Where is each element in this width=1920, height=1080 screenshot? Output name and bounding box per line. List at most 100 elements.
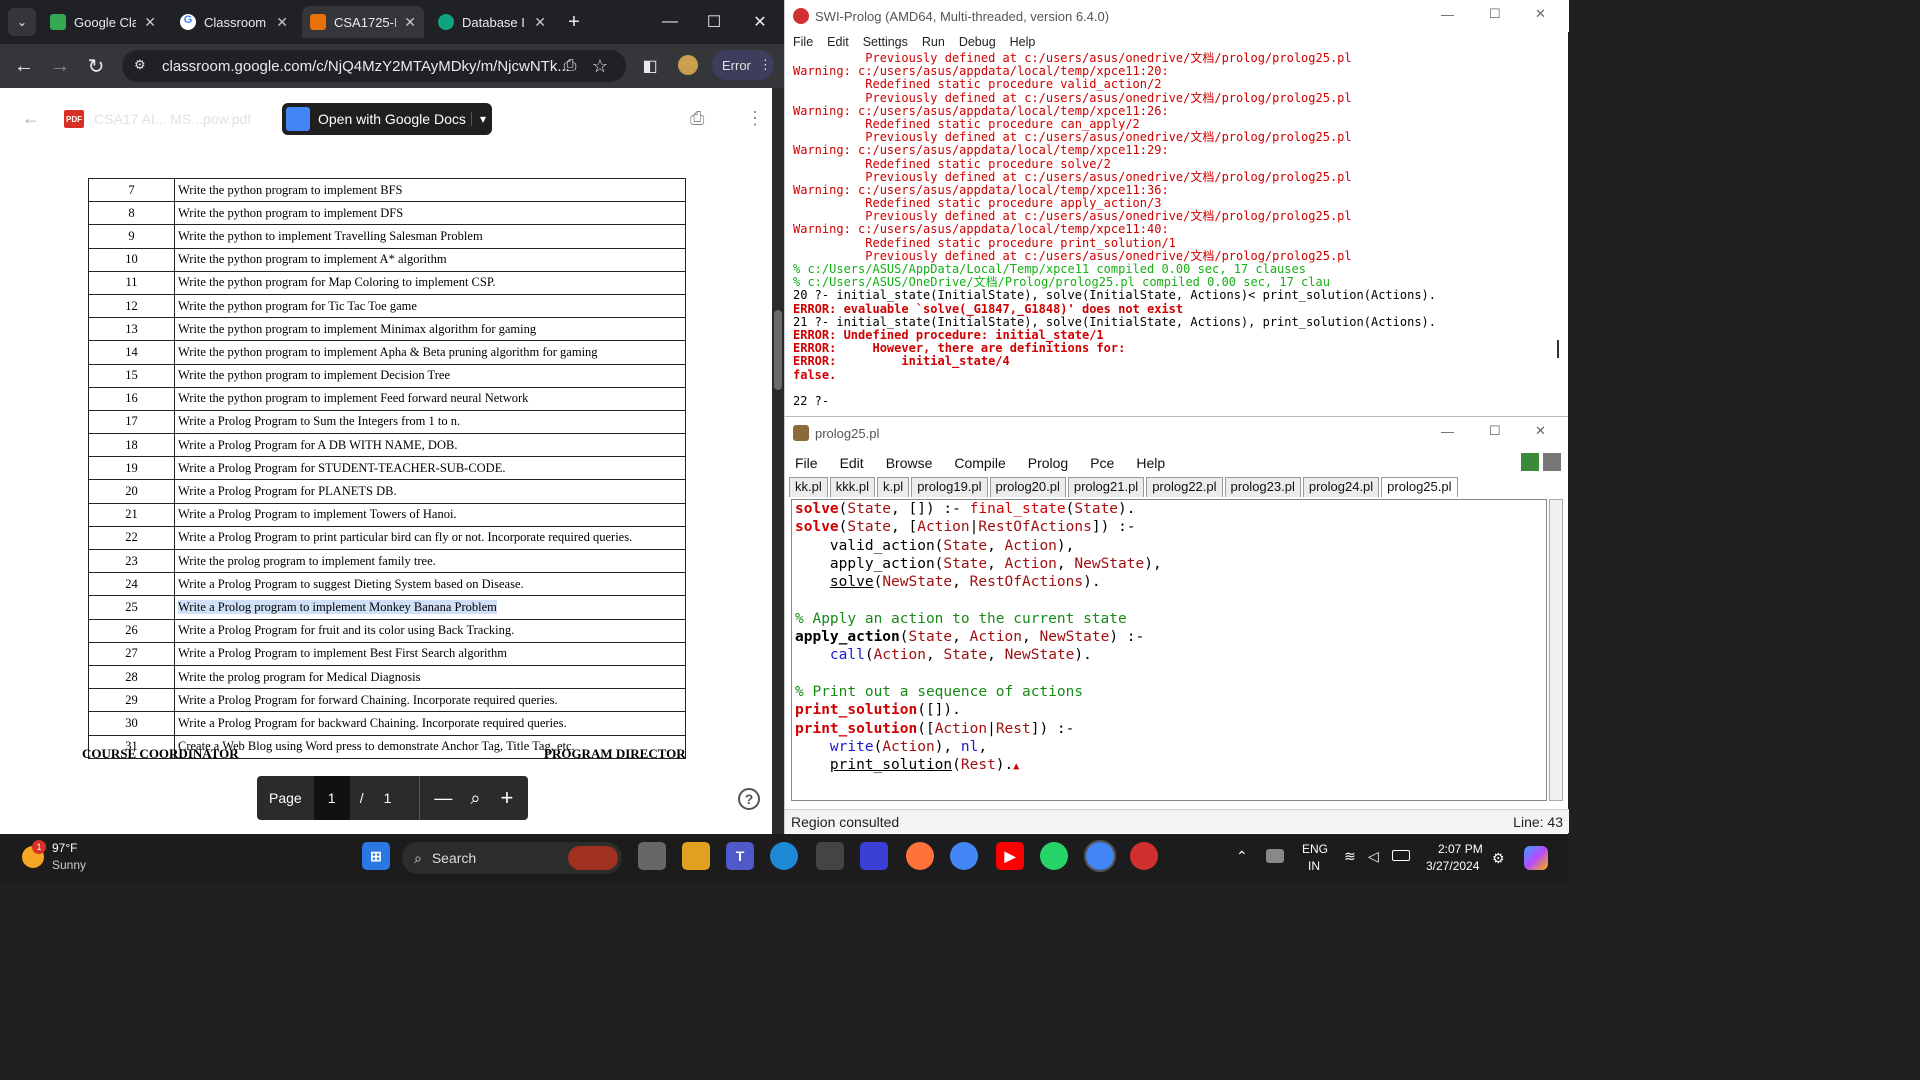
bookmark-star-icon[interactable]: ☆ [586, 52, 614, 80]
minimize-button[interactable]: — [1441, 424, 1454, 439]
menu-browse[interactable]: Browse [886, 455, 933, 471]
weather-desc[interactable]: Sunny [52, 858, 86, 872]
close-icon[interactable]: ✕ [404, 14, 416, 31]
vs-icon[interactable] [860, 842, 888, 870]
tab-database[interactable]: Database I ✕ [430, 6, 554, 38]
page-number-input[interactable]: 1 [313, 776, 350, 820]
taskbar-search[interactable]: ⌕ Search [402, 842, 622, 874]
firefox-icon[interactable] [906, 842, 934, 870]
editor-tab[interactable]: prolog23.pl [1224, 477, 1301, 497]
editor-tab[interactable]: prolog25.pl [1381, 477, 1458, 497]
menu-edit[interactable]: Edit [827, 35, 849, 49]
more-options-icon[interactable]: ⋮ [746, 108, 764, 129]
tab-google-classroom[interactable]: Google Cla ✕ [42, 6, 164, 38]
battery-icon[interactable] [1392, 850, 1410, 861]
print-icon[interactable]: ⎙ [690, 108, 704, 129]
chrome-profile-icon[interactable] [1084, 840, 1116, 872]
zoom-out-button[interactable]: — [434, 788, 452, 809]
maximize-button[interactable]: ☐ [1489, 6, 1501, 22]
menu-help[interactable]: Help [1136, 455, 1165, 471]
menu-prolog[interactable]: Prolog [1028, 455, 1068, 471]
forward-button[interactable]: → [46, 52, 74, 80]
onedrive-icon[interactable] [1266, 849, 1284, 863]
back-button[interactable]: ← [10, 52, 38, 80]
editor-tab[interactable]: k.pl [876, 477, 910, 497]
menu-run[interactable]: Run [922, 35, 945, 49]
youtube-icon[interactable]: ▶ [996, 842, 1024, 870]
chevron-up-icon[interactable]: ⌃ [1236, 848, 1248, 865]
back-arrow-icon[interactable]: ← [22, 108, 40, 129]
menu-settings[interactable]: Settings [863, 35, 908, 49]
address-bar[interactable]: ⚙ classroom.google.com/c/NjQ4MzY2MTAyMDk… [122, 50, 626, 82]
tab-search-button[interactable]: ⌄ [8, 8, 36, 36]
reload-button[interactable]: ↻ [82, 52, 110, 80]
copilot-icon[interactable] [1524, 846, 1548, 870]
clock-date[interactable]: 3/27/2024 [1426, 859, 1479, 873]
language-indicator[interactable]: ENG [1302, 842, 1328, 856]
install-icon[interactable]: ⎙ [556, 52, 584, 80]
menu-edit[interactable]: Edit [840, 455, 864, 471]
menu-compile[interactable]: Compile [954, 455, 1005, 471]
close-window-button[interactable]: ✕ [1535, 423, 1546, 439]
close-window-button[interactable]: ✕ [746, 8, 774, 36]
tab-classroom[interactable]: G Classroom ✕ [172, 6, 296, 38]
pdf-scrollbar[interactable] [772, 88, 784, 834]
menu-help[interactable]: Help [1010, 35, 1036, 49]
close-icon[interactable]: ✕ [534, 14, 546, 31]
task-text-content: Write a Prolog Program to implement Best… [178, 646, 507, 661]
start-button[interactable]: ⊞ [362, 842, 390, 870]
weather-temp[interactable]: 97°F [52, 841, 77, 855]
site-info-icon[interactable]: ⚙ [134, 57, 146, 73]
editor-tab[interactable]: kkk.pl [829, 477, 875, 497]
maximize-button[interactable]: ☐ [700, 8, 728, 36]
run-icon[interactable] [1543, 453, 1561, 471]
task-text-content: Write a Prolog Program for STUDENT-TEACH… [178, 460, 506, 475]
editor-tab[interactable]: prolog20.pl [989, 477, 1066, 497]
file-explorer-icon[interactable] [682, 842, 710, 870]
menu-file[interactable]: File [793, 35, 813, 49]
task-view-icon[interactable] [638, 842, 666, 870]
zoom-icon[interactable]: ⌕ [470, 788, 480, 809]
prolog-console[interactable]: Previously defined at c:/users/asus/oned… [793, 52, 1553, 414]
maximize-button[interactable]: ☐ [1489, 423, 1501, 439]
code-editor[interactable]: solve(State, []) :- final_state(State). … [791, 499, 1547, 801]
editor-scrollbar[interactable] [1549, 499, 1563, 801]
editor-tab[interactable]: prolog21.pl [1067, 477, 1145, 497]
editor-tab[interactable]: prolog22.pl [1146, 477, 1223, 497]
tab-csa1725[interactable]: CSA1725-I ✕ [302, 6, 424, 38]
swi-menu-bar: File Edit Settings Run Debug Help [785, 32, 1569, 52]
menu-pce[interactable]: Pce [1090, 455, 1114, 471]
region-indicator[interactable]: IN [1308, 859, 1320, 873]
error-button[interactable]: Error ⋮ [712, 50, 774, 80]
edge-icon[interactable] [770, 842, 798, 870]
compile-icon[interactable] [1521, 453, 1539, 471]
wifi-icon[interactable]: ≋ [1344, 848, 1356, 865]
clock-time[interactable]: 2:07 PM [1438, 842, 1483, 856]
editor-tab[interactable]: prolog19.pl [911, 477, 988, 497]
open-with-docs-button[interactable]: Open with Google Docs ▾ [282, 103, 492, 135]
teams-icon[interactable]: T [726, 842, 754, 870]
editor-tab[interactable]: kk.pl [789, 477, 828, 497]
minimize-button[interactable]: — [1441, 7, 1454, 22]
editor-tab[interactable]: prolog24.pl [1302, 477, 1380, 497]
zoom-in-button[interactable]: + [500, 785, 513, 811]
volume-icon[interactable]: ◁ [1368, 848, 1379, 865]
store-icon[interactable] [816, 842, 844, 870]
menu-debug[interactable]: Debug [959, 35, 996, 49]
chevron-down-icon[interactable]: ▾ [470, 112, 492, 126]
new-tab-button[interactable]: + [560, 8, 588, 36]
help-icon[interactable]: ? [738, 788, 760, 810]
close-window-button[interactable]: ✕ [1535, 6, 1546, 22]
avatar[interactable] [678, 55, 698, 75]
task-text-content: Write the python program to implement Fe… [178, 391, 529, 406]
close-icon[interactable]: ✕ [144, 14, 156, 31]
menu-file[interactable]: File [795, 455, 818, 471]
minimize-button[interactable]: — [656, 8, 684, 36]
chrome-icon[interactable] [950, 842, 978, 870]
settings-gear-icon[interactable]: ⚙ [1492, 850, 1505, 867]
close-icon[interactable]: ✕ [276, 14, 288, 31]
swi-prolog-taskbar-icon[interactable] [1130, 842, 1158, 870]
whatsapp-icon[interactable] [1040, 842, 1068, 870]
side-panel-icon[interactable]: ◧ [636, 52, 664, 80]
scroll-thumb[interactable] [774, 310, 782, 390]
